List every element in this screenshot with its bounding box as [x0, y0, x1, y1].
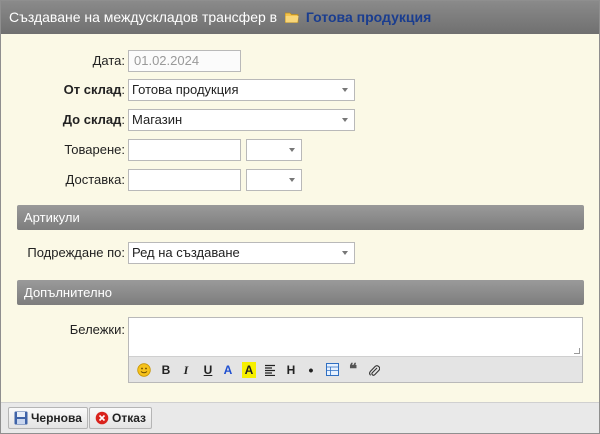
delivery-time-select[interactable]	[246, 169, 302, 191]
from-store-row: От склад: Готова продукция	[1, 79, 600, 103]
articles-section-header: Артикули	[17, 205, 584, 230]
delivery-date-input[interactable]	[128, 169, 241, 191]
loading-label: Товарене:	[64, 142, 125, 157]
underline-button[interactable]: U	[198, 360, 218, 380]
to-store-label: До склад:	[62, 112, 125, 127]
dialog-footer: Чернова Отказ	[1, 402, 599, 433]
date-input[interactable]: 01.02.2024	[128, 50, 241, 72]
delivery-label: Доставка:	[65, 172, 125, 187]
chevron-down-icon	[289, 148, 295, 152]
save-icon	[14, 411, 28, 425]
draft-button[interactable]: Чернова	[8, 407, 88, 429]
resize-handle[interactable]	[574, 348, 580, 354]
loading-row: Товарене:	[1, 139, 600, 163]
draft-label: Чернова	[31, 411, 82, 425]
dialog-title: Създаване на междускладов трансфер в Гот…	[1, 1, 599, 34]
cancel-button[interactable]: Отказ	[89, 407, 153, 429]
title-prefix: Създаване на междускладов трансфер в	[9, 9, 278, 25]
ordering-label: Подреждане по:	[27, 245, 125, 260]
date-row: Дата: 01.02.2024	[1, 50, 600, 74]
align-icon[interactable]	[260, 360, 280, 380]
smiley-icon[interactable]	[134, 360, 154, 380]
transfer-dialog: Създаване на междускладов трансфер в Гот…	[0, 0, 600, 434]
table-icon[interactable]	[322, 360, 342, 380]
chevron-down-icon	[342, 251, 348, 255]
delivery-row: Доставка:	[1, 169, 600, 193]
heading-button[interactable]: H	[281, 360, 301, 380]
ordering-value: Ред на създаване	[132, 245, 240, 260]
ordering-row: Подреждане по: Ред на създаване	[1, 242, 600, 266]
date-label: Дата:	[92, 53, 125, 68]
bold-button[interactable]: B	[156, 360, 176, 380]
loading-time-select[interactable]	[246, 139, 302, 161]
highlight-button[interactable]: A	[242, 362, 256, 378]
notes-label: Бележки:	[69, 322, 125, 337]
cancel-label: Отказ	[112, 411, 147, 425]
store-link[interactable]: Готова продукция	[306, 9, 431, 25]
text-color-button[interactable]: A	[218, 360, 238, 380]
notes-editor[interactable]: B I U A A H • ❝	[128, 317, 583, 383]
to-store-select[interactable]: Магазин	[128, 109, 355, 131]
editor-toolbar: B I U A A H • ❝	[129, 356, 582, 382]
loading-date-input[interactable]	[128, 139, 241, 161]
chevron-down-icon	[342, 118, 348, 122]
to-store-value: Магазин	[132, 112, 183, 127]
close-icon	[95, 411, 109, 425]
chevron-down-icon	[289, 178, 295, 182]
bullet-button[interactable]: •	[301, 360, 321, 380]
additional-section-header: Допълнително	[17, 280, 584, 305]
to-store-row: До склад: Магазин	[1, 109, 600, 133]
attach-icon[interactable]	[364, 360, 384, 380]
from-store-select[interactable]: Готова продукция	[128, 79, 355, 101]
from-store-value: Готова продукция	[132, 82, 239, 97]
chevron-down-icon	[342, 88, 348, 92]
ordering-select[interactable]: Ред на създаване	[128, 242, 355, 264]
quote-icon[interactable]: ❝	[343, 360, 363, 380]
from-store-label: От склад:	[63, 82, 125, 97]
italic-button[interactable]: I	[176, 360, 196, 380]
folder-icon	[284, 12, 299, 23]
